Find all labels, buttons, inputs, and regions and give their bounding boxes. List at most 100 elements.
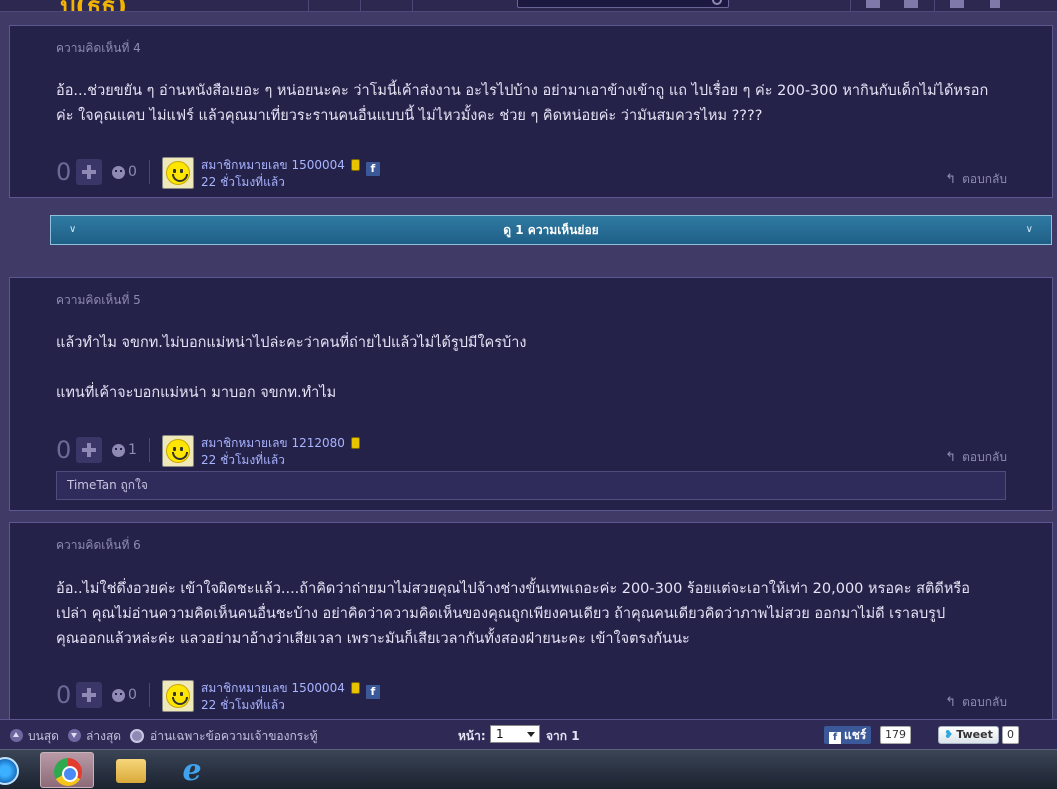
comment-text-line: แทนที่เค้าจะบอกแม่หน่า มาบอก จขกท.ทำไม — [56, 385, 337, 401]
page-label: หน้า: — [458, 729, 486, 743]
folder-icon — [116, 759, 146, 783]
smiley-avatar-icon — [166, 161, 190, 185]
owner-only-button[interactable]: อ่านเฉพาะข้อความเจ้าของกระทู้ — [130, 727, 318, 746]
internet-explorer-icon: e — [182, 753, 202, 788]
vote-divider — [148, 160, 150, 184]
arrow-up-icon — [10, 729, 23, 742]
comment-card: ความคิดเห็นที่ 5 แล้วทำไม จขกท.ไม่บอกแม่… — [9, 277, 1053, 511]
header-divider — [308, 0, 309, 11]
scroll-top-label: บนสุด — [28, 729, 59, 743]
emotion-count: 0 — [128, 164, 137, 180]
comment-card: ความคิดเห็นที่ 4 อ้อ...ช่วยขยัน ๆ อ่านหน… — [9, 25, 1053, 198]
comment-body: แล้วทำไม จขกท.ไม่บอกแม่หน่าไปล่ะคะว่าคนท… — [56, 331, 1026, 406]
header-divider — [934, 0, 935, 11]
emotion-icon[interactable] — [112, 443, 125, 457]
scroll-bottom-button[interactable]: ล่างสุด — [68, 727, 121, 746]
scroll-bottom-label: ล่างสุด — [86, 729, 122, 743]
mobile-badge-icon — [350, 437, 360, 449]
reply-label: ตอบกลับ — [962, 450, 1007, 464]
comment-number: ความคิดเห็นที่ 4 — [56, 41, 141, 55]
notification-icon[interactable] — [866, 0, 880, 8]
taskbar-explorer[interactable] — [103, 752, 157, 788]
menu-icon[interactable] — [990, 0, 1000, 8]
chevron-down-icon — [527, 732, 535, 737]
vote-divider — [148, 438, 150, 462]
comment-text-line: แล้วทำไม จขกท.ไม่บอกแม่หน่าไปล่ะคะว่าคนท… — [56, 335, 527, 351]
vote-divider — [148, 683, 150, 707]
vote-score: 0 — [56, 681, 72, 709]
sub-reply-item[interactable]: TimeTan ถูกใจ — [56, 471, 1006, 500]
comment-text-line: อ้อ..ไม่ใช่ดึ่งอวยค่ะ เข้าใจผิดชะแล้ว...… — [56, 581, 970, 597]
comment-body: อ้อ..ไม่ใช่ดึ่งอวยค่ะ เข้าใจผิดชะแล้ว...… — [56, 577, 1026, 652]
expand-subcomments-label: ดู 1 ความเห็นย่อย — [503, 223, 599, 237]
tweet-button[interactable]: ❥ Tweet — [938, 726, 999, 744]
arrow-down-icon — [68, 729, 81, 742]
mobile-badge-icon — [350, 682, 360, 694]
search-input[interactable] — [517, 0, 729, 8]
avatar[interactable] — [162, 680, 194, 712]
smiley-avatar-icon — [166, 439, 190, 463]
comment-time: 22 ชั่วโมงที่แล้ว — [201, 175, 285, 189]
comment-time: 22 ชั่วโมงที่แล้ว — [201, 453, 285, 467]
emotion-icon[interactable] — [112, 688, 125, 702]
plus-vote-icon[interactable] — [76, 159, 102, 185]
emotion-icon[interactable] — [112, 165, 125, 179]
reply-label: ตอบกลับ — [962, 695, 1007, 709]
scroll-top-button[interactable]: บนสุด — [10, 727, 59, 746]
comment-text-line: คุณออกแล้วหล่ะค่ะ แลวอย่ามาอ้างว่าเสียเว… — [56, 631, 690, 647]
bottom-toolbar: บนสุด ล่างสุด อ่านเฉพาะข้อความเจ้าของกระ… — [0, 719, 1057, 749]
plus-vote-icon[interactable] — [76, 682, 102, 708]
taskbar-ie[interactable]: e — [165, 752, 219, 788]
reply-arrow-icon: ↰ — [945, 450, 957, 465]
page-total: จาก 1 — [546, 729, 580, 743]
owner-filter-icon — [130, 729, 144, 743]
reply-label: ตอบกลับ — [962, 172, 1007, 186]
vote-score: 0 — [56, 158, 72, 186]
tweet-label: Tweet — [956, 728, 993, 741]
reply-button[interactable]: ↰ ตอบกลับ — [945, 693, 1007, 712]
user-avatar-icon[interactable] — [950, 0, 964, 8]
comment-number: ความคิดเห็นที่ 6 — [56, 538, 141, 552]
avatar[interactable] — [162, 157, 194, 189]
facebook-icon: f — [829, 732, 841, 744]
owner-only-label: อ่านเฉพาะข้อความเจ้าของกระทู้ — [150, 729, 318, 743]
page-select[interactable]: 1 — [490, 725, 540, 743]
expand-subcomments-button[interactable]: ∨ ดู 1 ความเห็นย่อย ∨ — [50, 215, 1052, 245]
comment-time: 22 ชั่วโมงที่แล้ว — [201, 698, 285, 712]
site-logo[interactable]: ป(ธธ) — [60, 0, 127, 11]
comment-card: ความคิดเห็นที่ 6 อ้อ..ไม่ใช่ดึ่งอวยค่ะ เ… — [9, 522, 1053, 732]
twitter-bird-icon: ❥ — [944, 728, 954, 741]
vote-score: 0 — [56, 436, 72, 464]
taskbar-chrome[interactable] — [40, 752, 94, 788]
itunes-icon — [0, 757, 19, 785]
facebook-share-button[interactable]: f แชร์ — [824, 726, 872, 744]
plus-vote-icon[interactable] — [76, 437, 102, 463]
mobile-badge-icon — [350, 159, 360, 171]
comment-number: ความคิดเห็นที่ 5 — [56, 293, 141, 307]
emotion-count: 0 — [128, 687, 137, 703]
reply-button[interactable]: ↰ ตอบกลับ — [945, 448, 1007, 467]
facebook-badge-icon: f — [365, 162, 380, 176]
comment-text-line: ค่ะ ใจคุณแคบ ไม่แฟร์ แล้วคุณมาเที่ยวระรา… — [56, 108, 763, 124]
chevron-down-icon: ∨ — [69, 224, 77, 235]
comment-text-line: อ้อ...ช่วยขยัน ๆ อ่านหนังสือเยอะ ๆ หน่อย… — [56, 83, 989, 99]
search-icon[interactable] — [712, 0, 722, 5]
avatar[interactable] — [162, 435, 194, 467]
reply-button[interactable]: ↰ ตอบกลับ — [945, 170, 1007, 189]
comment-body: อ้อ...ช่วยขยัน ๆ อ่านหนังสือเยอะ ๆ หน่อย… — [56, 79, 1026, 129]
reply-arrow-icon: ↰ — [945, 172, 957, 187]
author-name-link[interactable]: สมาชิกหมายเลข 1212080 — [201, 436, 345, 450]
page-select-value: 1 — [496, 727, 504, 741]
vote-widget: 0 1 — [56, 436, 150, 464]
taskbar-itunes[interactable] — [0, 752, 32, 788]
facebook-badge-icon: f — [365, 685, 380, 699]
tweet-count: 0 — [1002, 726, 1019, 744]
share-count: 179 — [880, 726, 911, 744]
author-name-link[interactable]: สมาชิกหมายเลข 1500004 — [201, 158, 345, 172]
message-icon[interactable] — [904, 0, 918, 8]
vote-widget: 0 0 — [56, 158, 150, 186]
chrome-icon — [54, 758, 82, 786]
chevron-down-icon: ∨ — [1025, 224, 1033, 235]
reply-arrow-icon: ↰ — [945, 695, 957, 710]
author-name-link[interactable]: สมาชิกหมายเลข 1500004 — [201, 681, 345, 695]
